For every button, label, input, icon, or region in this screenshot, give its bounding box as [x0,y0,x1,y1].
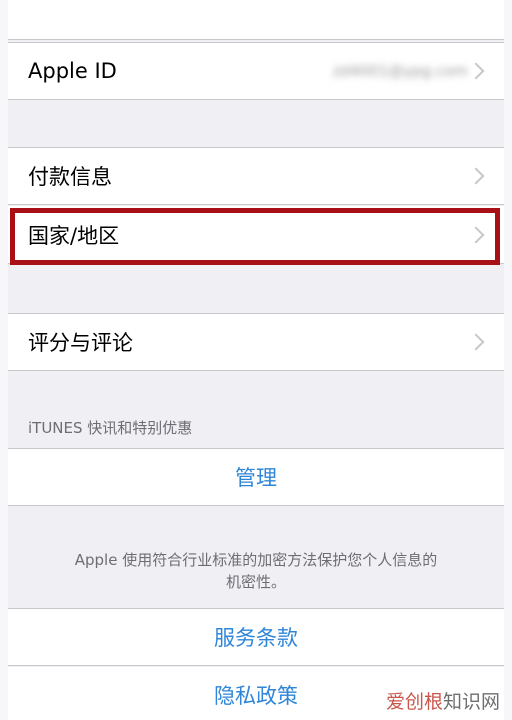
watermark: 爱创根知识网 [386,687,500,714]
watermark-part2: 知识网 [442,691,500,713]
apple-id-label: Apple ID [28,59,117,83]
top-cell-partial [8,0,504,40]
payment-info-row[interactable]: 付款信息 [8,147,504,205]
apple-id-row[interactable]: Apple ID zd4001@ypg.com [8,42,504,100]
chevron-right-icon [467,226,485,243]
right-frame [504,0,512,720]
ratings-reviews-label: 评分与评论 [28,331,133,355]
payment-info-label: 付款信息 [28,165,112,189]
left-frame [0,0,8,720]
ratings-reviews-row[interactable]: 评分与评论 [8,313,504,371]
terms-of-service-link[interactable]: 服务条款 [8,608,504,666]
country-region-row[interactable]: 国家/地区 [8,206,504,264]
chevron-right-icon [467,167,485,185]
itunes-section-header: iTUNES 快讯和特别优惠 [28,419,193,437]
encryption-note-line2: 机密性。 [225,573,286,591]
country-region-label: 国家/地区 [28,223,120,248]
manage-button[interactable]: 管理 [8,448,504,506]
watermark-part1: 爱创根 [385,691,443,713]
settings-screen: Apple ID zd4001@ypg.com 付款信息 国家/地区 评分与评论… [8,0,504,720]
terms-of-service-label: 服务条款 [214,626,298,650]
chevron-right-icon [467,62,485,80]
apple-id-value: zd4001@ypg.com [332,62,468,80]
chevron-right-icon [467,333,485,351]
encryption-note-line1: Apple 使用符合行业标准的加密方法保护您个人信息的 [74,551,438,569]
manage-label: 管理 [235,466,277,490]
